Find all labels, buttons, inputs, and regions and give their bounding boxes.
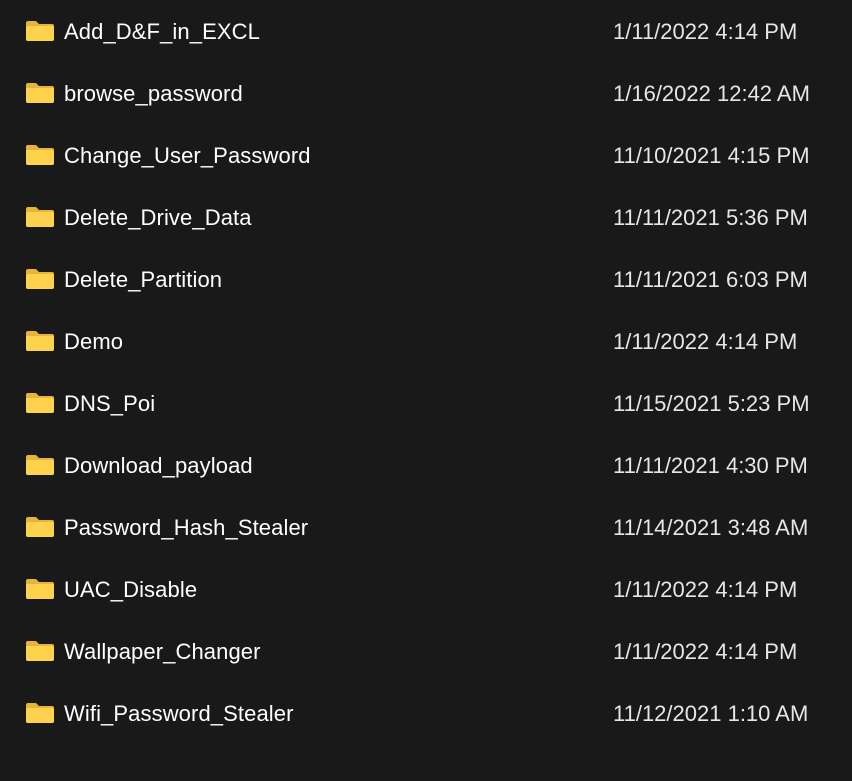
list-item[interactable]: browse_password 1/16/2022 12:42 AM xyxy=(0,63,852,125)
date-modified: 1/11/2022 4:14 PM xyxy=(613,577,798,602)
list-item[interactable]: Add_D&F_in_EXCL 1/11/2022 4:14 PM xyxy=(0,1,852,63)
file-list: Add_D&F_in_EXCL 1/11/2022 4:14 PM browse… xyxy=(0,0,852,781)
file-name[interactable]: Delete_Drive_Data xyxy=(64,187,252,249)
date-modified: 1/11/2022 4:14 PM xyxy=(613,639,798,664)
date-modified: 11/11/2021 6:03 PM xyxy=(613,267,808,292)
file-name[interactable]: Download_payload xyxy=(64,435,253,497)
list-item[interactable]: Delete_Drive_Data 11/11/2021 5:36 PM xyxy=(0,187,852,249)
date-modified: 1/11/2022 4:14 PM xyxy=(613,19,798,44)
date-modified: 1/11/2022 4:14 PM xyxy=(613,329,798,354)
file-name[interactable]: UAC_Disable xyxy=(64,559,197,621)
list-item[interactable]: Wifi_Password_Stealer 11/12/2021 1:10 AM xyxy=(0,683,852,745)
folder-icon xyxy=(26,331,54,351)
folder-icon xyxy=(26,83,54,103)
folder-icon xyxy=(26,21,54,41)
list-item[interactable]: UAC_Disable 1/11/2022 4:14 PM xyxy=(0,559,852,621)
file-name[interactable]: browse_password xyxy=(64,63,243,125)
list-item[interactable]: Change_User_Password 11/10/2021 4:15 PM xyxy=(0,125,852,187)
folder-icon xyxy=(26,207,54,227)
folder-icon xyxy=(26,703,54,723)
file-name[interactable]: DNS_Poi xyxy=(64,373,155,435)
date-modified: 11/11/2021 5:36 PM xyxy=(613,205,808,230)
list-item[interactable]: Wallpaper_Changer 1/11/2022 4:14 PM xyxy=(0,621,852,683)
list-item[interactable]: Password_Hash_Stealer 11/14/2021 3:48 AM xyxy=(0,497,852,559)
date-modified: 11/14/2021 3:48 AM xyxy=(613,515,809,540)
file-name[interactable]: Delete_Partition xyxy=(64,249,222,311)
folder-icon xyxy=(26,269,54,289)
date-modified: 11/12/2021 1:10 AM xyxy=(613,701,809,726)
file-name[interactable]: Add_D&F_in_EXCL xyxy=(64,1,260,63)
date-modified: 11/10/2021 4:15 PM xyxy=(613,143,810,168)
folder-icon xyxy=(26,641,54,661)
folder-icon xyxy=(26,145,54,165)
file-name[interactable]: Wifi_Password_Stealer xyxy=(64,683,294,745)
file-name[interactable]: Change_User_Password xyxy=(64,125,311,187)
file-name[interactable]: Password_Hash_Stealer xyxy=(64,497,308,559)
list-item[interactable]: DNS_Poi 11/15/2021 5:23 PM xyxy=(0,373,852,435)
date-modified: 1/16/2022 12:42 AM xyxy=(613,81,810,106)
list-item[interactable]: Delete_Partition 11/11/2021 6:03 PM xyxy=(0,249,852,311)
file-name[interactable]: Wallpaper_Changer xyxy=(64,621,261,683)
file-name[interactable]: Demo xyxy=(64,311,123,373)
date-modified: 11/15/2021 5:23 PM xyxy=(613,391,810,416)
list-item[interactable]: Download_payload 11/11/2021 4:30 PM xyxy=(0,435,852,497)
folder-icon xyxy=(26,579,54,599)
list-item[interactable]: Demo 1/11/2022 4:14 PM xyxy=(0,311,852,373)
folder-icon xyxy=(26,455,54,475)
date-modified: 11/11/2021 4:30 PM xyxy=(613,453,808,478)
folder-icon xyxy=(26,393,54,413)
folder-icon xyxy=(26,517,54,537)
